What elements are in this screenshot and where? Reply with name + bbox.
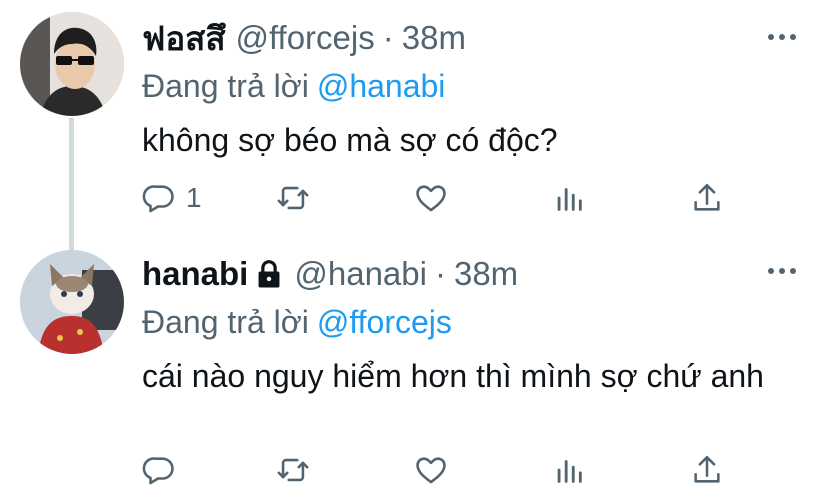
more-icon — [768, 268, 774, 274]
avatar-image-icon — [20, 250, 124, 354]
more-icon-dot — [779, 34, 785, 40]
thread-line — [69, 118, 74, 250]
like-button[interactable] — [414, 178, 448, 218]
like-button[interactable] — [414, 450, 448, 490]
timestamp[interactable]: 38m — [402, 19, 466, 57]
share-icon — [694, 455, 720, 483]
avatar-image-icon — [20, 12, 124, 116]
tweet[interactable]: hanabi @hanabi · 38m Đang trả lời @fforce… — [0, 236, 828, 501]
reply-button[interactable]: 1 — [142, 178, 202, 218]
action-bar — [142, 450, 742, 490]
share-button[interactable] — [690, 178, 724, 218]
analytics-button[interactable] — [552, 450, 586, 490]
separator: · — [434, 255, 446, 292]
tweet-text: cái nào nguy hiểm hơn thì mình sợ chứ an… — [142, 358, 764, 394]
reply-count: 1 — [186, 182, 202, 213]
lock-icon — [258, 260, 280, 288]
avatar[interactable] — [20, 12, 124, 116]
more-button[interactable] — [768, 266, 798, 278]
more-icon — [768, 34, 774, 40]
more-icon-dot — [790, 34, 796, 40]
share-icon — [694, 183, 720, 211]
display-name[interactable]: hanabi — [142, 255, 248, 293]
reply-icon — [142, 457, 174, 485]
tweet-header: ฟอสสึ @fforcejs · 38m — [142, 14, 788, 62]
retweet-button[interactable] — [276, 178, 310, 218]
more-button[interactable] — [768, 32, 798, 44]
reply-mention-link[interactable]: @fforcejs — [317, 304, 452, 340]
share-button[interactable] — [690, 450, 724, 490]
replying-prefix: Đang trả lời — [142, 304, 309, 340]
replying-to: Đang trả lời @fforcejs — [142, 300, 788, 344]
reply-mention-link[interactable]: @hanabi — [317, 68, 446, 104]
tweet[interactable]: ฟอสสึ @fforcejs · 38m Đang trả lời @hanab… — [0, 0, 828, 250]
separator: · — [382, 19, 394, 56]
handle[interactable]: @fforcejs — [235, 19, 374, 57]
tweet-text: không sợ béo mà sợ có độc? — [142, 122, 558, 158]
reply-icon — [142, 185, 174, 213]
tweet-content: hanabi @hanabi · 38m Đang trả lời @fforce… — [142, 250, 788, 398]
analytics-button[interactable] — [552, 178, 586, 218]
more-icon-dot — [779, 268, 785, 274]
tweet-content: ฟอสสึ @fforcejs · 38m Đang trả lời @hanab… — [142, 14, 788, 162]
like-icon — [416, 185, 446, 212]
replying-prefix: Đang trả lời — [142, 68, 309, 104]
replying-to: Đang trả lời @hanabi — [142, 64, 788, 108]
avatar[interactable] — [20, 250, 124, 354]
analytics-icon — [557, 188, 582, 211]
retweet-icon — [277, 186, 309, 210]
analytics-icon — [557, 460, 582, 483]
like-icon — [416, 457, 446, 484]
action-bar: 1 — [142, 178, 742, 218]
display-name[interactable]: ฟอสสึ — [142, 12, 225, 65]
more-icon-dot — [790, 268, 796, 274]
tweet-header: hanabi @hanabi · 38m — [142, 250, 788, 298]
retweet-button[interactable] — [276, 450, 310, 490]
retweet-icon — [277, 458, 309, 482]
handle[interactable]: @hanabi — [294, 255, 427, 293]
timestamp[interactable]: 38m — [454, 255, 518, 293]
reply-button[interactable] — [142, 450, 186, 490]
